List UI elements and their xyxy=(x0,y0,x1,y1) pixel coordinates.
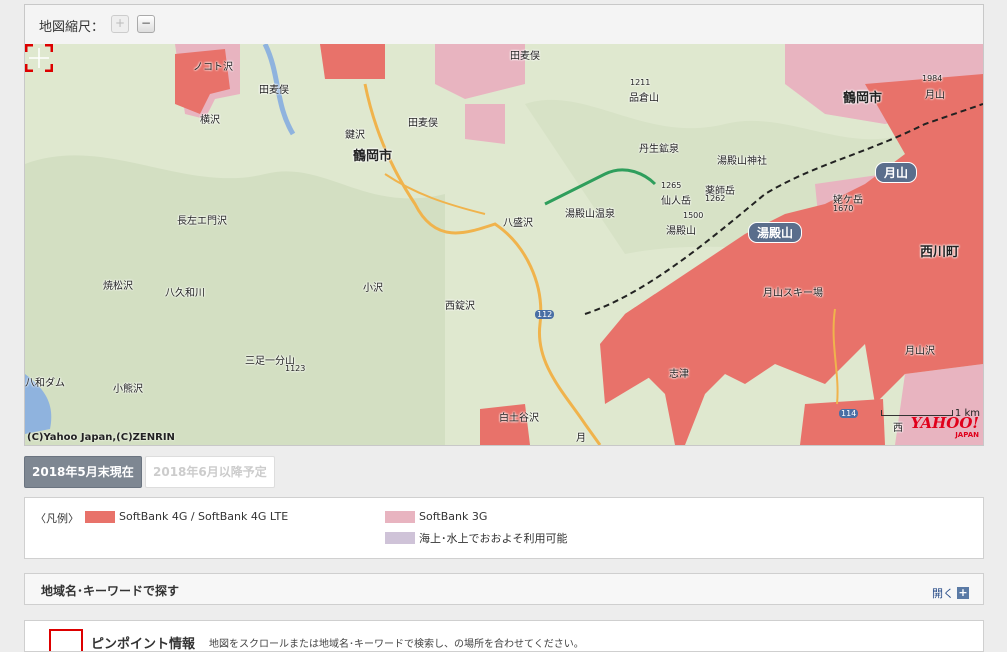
place-label: 長左エ門沢 xyxy=(177,216,227,227)
elevation-label: 1670 xyxy=(833,204,854,213)
city-label: 西川町 xyxy=(920,245,960,260)
legend-swatch xyxy=(385,510,415,523)
place-label: 丹生鉱泉 xyxy=(639,144,679,155)
place-label: 西錠沢 xyxy=(445,301,475,312)
place-label: 月 xyxy=(576,433,586,444)
river-label: 八久和川 xyxy=(165,288,205,299)
place-label: 小沢 xyxy=(363,283,383,294)
elevation-label: 1123 xyxy=(285,364,306,373)
mountain-badge: 湯殿山 xyxy=(748,222,803,243)
pinpoint-desc: 地図をスクロールまたは地域名･キーワードで検索し、の場所を合わせてください。 xyxy=(209,639,584,650)
place-label: 田麦俣 xyxy=(259,85,289,96)
legend-label: SoftBank 3G xyxy=(419,510,488,523)
tab-future[interactable]: 2018年6月以降予定 xyxy=(145,456,275,488)
place-label: 鍵沢 xyxy=(345,130,365,141)
place-label: 焼松沢 xyxy=(103,281,133,292)
peak-label: 仙人岳 xyxy=(661,196,691,207)
elevation-label: 1262 xyxy=(705,194,726,203)
place-label: 八盛沢 xyxy=(503,218,533,229)
peak-label: 品倉山 xyxy=(629,93,659,104)
map-copyright: (C)Yahoo Japan,(C)ZENRIN xyxy=(27,432,175,443)
open-label: 開く xyxy=(932,587,954,600)
crosshair-icon xyxy=(49,629,83,651)
zoom-out-button[interactable]: − xyxy=(137,15,155,33)
elevation-label: 1984 xyxy=(922,74,943,83)
yahoo-logo: YAHOO! JAPAN xyxy=(911,416,979,441)
legend: 〈凡例〉 SoftBank 4G / SoftBank 4G LTE SoftB… xyxy=(24,497,984,559)
plus-icon: + xyxy=(957,586,969,599)
place-label: 田麦俣 xyxy=(408,118,438,129)
search-title: 地域名･キーワードで探す xyxy=(41,584,180,598)
zoom-label: 地図縮尺： xyxy=(39,20,105,35)
dam-label: 八和ダム xyxy=(25,378,65,389)
place-label: 湯殿山神社 xyxy=(717,156,767,167)
place-label: ノコト沢 xyxy=(193,62,233,73)
peak-label: 月山 xyxy=(925,90,945,101)
elevation-label: 1500 xyxy=(683,211,704,220)
legend-label: 海上･水上でおおよそ利用可能 xyxy=(419,532,568,545)
coverage-map[interactable]: ノコト沢 田麦俣 田麦俣 田麦俣 横沢 鍵沢 鶴岡市 鶴岡市 月山 1984 品… xyxy=(25,44,983,445)
peak-label: 湯殿山 xyxy=(666,226,696,237)
legend-item-sea: 海上･水上でおおよそ利用可能 xyxy=(385,530,568,546)
mountain-badge: 月山 xyxy=(875,162,918,183)
legend-item-3g: SoftBank 3G xyxy=(385,510,487,523)
elevation-label: 1265 xyxy=(661,181,682,190)
route-label: 114 xyxy=(839,409,859,418)
open-button[interactable]: 開く + xyxy=(932,585,969,601)
route-label: 112 xyxy=(535,310,555,319)
place-label: 白土谷沢 xyxy=(499,413,539,424)
tab-current[interactable]: 2018年5月末現在 xyxy=(24,456,142,488)
legend-item-4g: SoftBank 4G / SoftBank 4G LTE xyxy=(85,510,288,523)
pinpoint-section: ピンポイント情報 地図をスクロールまたは地域名･キーワードで検索し、の場所を合わ… xyxy=(24,620,984,652)
place-label: 湯殿山温泉 xyxy=(565,209,615,220)
map-layer xyxy=(25,44,983,445)
place-label: 月山スキー場 xyxy=(763,288,823,299)
map-panel: 地図縮尺： + − ノコト沢 田麦俣 田麦俣 田麦俣 横沢 鍵沢 鶴岡市 鶴岡市… xyxy=(24,4,984,446)
place-label: 小熊沢 xyxy=(113,384,143,395)
zoom-bar: 地図縮尺： + − xyxy=(25,5,983,43)
zoom-in-button[interactable]: + xyxy=(111,15,129,33)
place-label: 西 xyxy=(893,423,903,434)
search-section[interactable]: 地域名･キーワードで探す 開く + xyxy=(24,573,984,605)
legend-heading: 〈凡例〉 xyxy=(35,512,79,525)
crosshair-icon xyxy=(25,44,53,72)
elevation-label: 1211 xyxy=(630,78,651,87)
city-label: 鶴岡市 xyxy=(353,149,393,164)
legend-swatch xyxy=(385,532,415,544)
place-label: 田麦俣 xyxy=(510,51,540,62)
place-label: 志津 xyxy=(669,369,689,380)
legend-swatch xyxy=(85,510,115,523)
place-label: 横沢 xyxy=(200,115,220,126)
pinpoint-title: ピンポイント情報 xyxy=(91,637,196,652)
legend-label: SoftBank 4G / SoftBank 4G LTE xyxy=(119,510,289,523)
place-label: 月山沢 xyxy=(905,346,935,357)
city-label: 鶴岡市 xyxy=(843,91,883,106)
